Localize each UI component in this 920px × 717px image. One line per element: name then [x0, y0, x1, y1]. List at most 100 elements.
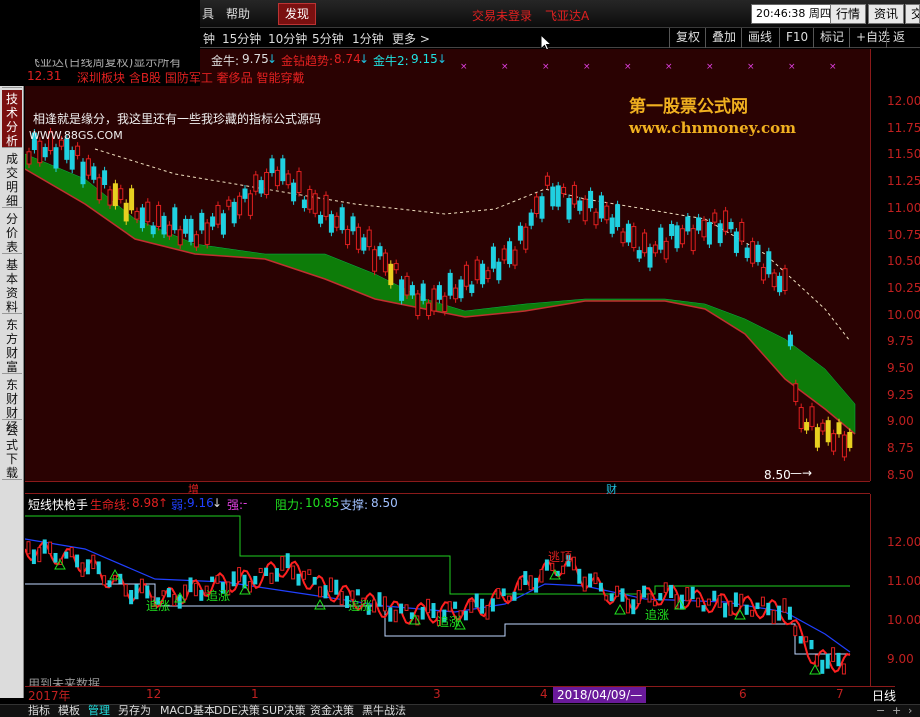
sidebar-tab-finance[interactable]: 东财财经	[2, 376, 22, 434]
mini-candle	[593, 572, 598, 585]
date-month-12: 12	[146, 687, 162, 701]
candle-body	[134, 211, 140, 220]
candle-body	[431, 288, 437, 312]
candle-body	[615, 204, 621, 228]
signal-mark: ×	[542, 62, 550, 72]
scroll-right-icon[interactable]: ›	[908, 704, 912, 717]
candle-body	[366, 229, 372, 248]
restore-rights-button[interactable]: 复权	[669, 28, 706, 48]
period-1min[interactable]: 1分钟	[352, 30, 384, 47]
mini-candle	[64, 551, 69, 559]
mini-candle	[280, 555, 285, 571]
candle-body	[80, 161, 86, 185]
bottom-tab-save-as[interactable]: 另存为	[118, 704, 151, 717]
mini-candle	[787, 606, 792, 620]
quotes-button[interactable]: 行情	[830, 4, 867, 24]
mini-candle	[463, 610, 468, 621]
indicator-chart[interactable]	[25, 494, 870, 686]
candle-body	[161, 215, 167, 235]
sidebar-tab-formula-download[interactable]: 公式下载	[2, 422, 22, 480]
mini-candle	[728, 600, 733, 616]
mini-candle	[798, 636, 803, 644]
bottom-tab-funds[interactable]: 资金决策	[310, 704, 354, 717]
bottom-tab-manage[interactable]: 管理	[88, 704, 110, 717]
candle-body	[523, 226, 529, 250]
price-tick: 9.25	[887, 387, 914, 402]
candle-body	[588, 190, 594, 209]
bottom-tab-dde[interactable]: DDE决策	[214, 704, 260, 717]
bottom-tab-indicator[interactable]: 指标	[28, 704, 50, 717]
candle-body	[269, 158, 275, 174]
news-button[interactable]: 资讯	[868, 4, 905, 24]
period-15min[interactable]: 15分钟	[222, 30, 261, 47]
candle-body	[301, 199, 307, 209]
trade-login-status[interactable]: 交易未登录	[472, 7, 532, 24]
mini-candle	[739, 593, 744, 607]
candle-body	[760, 266, 766, 281]
period-5min[interactable]: 5分钟	[312, 30, 344, 47]
candle-body	[102, 170, 108, 186]
golden-diamond-label: 金钻趋势:	[281, 54, 334, 68]
candle-body	[183, 218, 189, 234]
candle-body	[447, 272, 453, 296]
mark-button[interactable]: 标记	[813, 28, 850, 48]
mini-candle	[426, 598, 431, 614]
period-more[interactable]: 更多 >	[392, 30, 430, 47]
sidebar-tab-eastmoney[interactable]: 东方财富	[2, 316, 22, 374]
mini-candle	[301, 570, 306, 580]
mini-candle	[48, 541, 53, 554]
candle-body	[739, 221, 745, 242]
mini-candle	[620, 588, 625, 602]
mini-candle	[215, 575, 220, 584]
menu-help[interactable]: 帮助	[220, 3, 256, 25]
sector-tags[interactable]: 深圳板块 含B股 国防军工 奢侈品 智能穿戴	[77, 69, 305, 86]
candle-body	[204, 222, 210, 245]
bottom-tab-template[interactable]: 模板	[58, 704, 80, 717]
buy-signal-triangle	[314, 598, 326, 610]
candle-body	[415, 293, 421, 316]
sidebar-tab-technical[interactable]: 技术分析	[2, 90, 22, 148]
indicator-name[interactable]: 短线快枪手	[28, 496, 88, 513]
zoom-out-icon[interactable]: −	[876, 704, 885, 717]
clock: 20:46:38 周四	[751, 4, 836, 24]
candle-body	[820, 422, 826, 432]
overlay-button[interactable]: 叠加	[705, 28, 742, 48]
bottom-tab-black-ox[interactable]: 黑牛战法	[362, 704, 406, 717]
mini-candle	[172, 593, 177, 607]
f10-button[interactable]: F10	[779, 28, 814, 48]
sidebar-tab-trades[interactable]: 成交明细	[2, 150, 22, 208]
price-label: 12.31	[27, 69, 62, 83]
period-partial[interactable]: 钟	[203, 30, 215, 47]
candle-body	[372, 249, 378, 272]
lower-price-axis: 12.00 11.00 10.00 9.00	[870, 494, 920, 686]
bottom-tab-macd[interactable]: MACD基本	[160, 704, 215, 717]
candle-body	[609, 217, 615, 234]
bottom-tab-sup[interactable]: SUP决策	[262, 704, 306, 717]
signal-mark: ×	[460, 62, 468, 72]
sidebar-tab-basics[interactable]: 基本资料	[2, 256, 22, 314]
price-tick: 8.50	[887, 467, 914, 482]
candle-body	[636, 250, 642, 259]
date-month-4: 4	[540, 687, 548, 701]
back-button[interactable]: 返回	[886, 28, 920, 63]
sidebar-tab-price-table[interactable]: 分价表	[2, 210, 22, 254]
trade-button[interactable]: 交	[905, 4, 920, 24]
mini-candle	[107, 580, 112, 588]
signal-mark: ×	[747, 62, 755, 72]
candle-body	[399, 279, 405, 301]
mini-candle	[663, 582, 668, 593]
period-label[interactable]: 日线	[872, 687, 897, 704]
menu-discover[interactable]: 发现	[278, 3, 317, 25]
period-10min[interactable]: 10分钟	[268, 30, 307, 47]
draw-line-button[interactable]: 画线	[741, 28, 778, 48]
candle-body	[156, 204, 162, 227]
candle-body	[53, 147, 59, 169]
candle-body	[237, 195, 243, 216]
sidebar: 趋势 技术分析 成交明细 分价表 基本资料 东方财富 东财财经 公式下载	[0, 48, 24, 698]
zoom-in-icon[interactable]: +	[892, 704, 901, 717]
mini-candle	[193, 582, 198, 597]
candle-body	[550, 186, 556, 207]
mini-candle	[37, 547, 42, 563]
mini-candle	[760, 596, 765, 607]
signal-mark: ×	[788, 62, 796, 72]
